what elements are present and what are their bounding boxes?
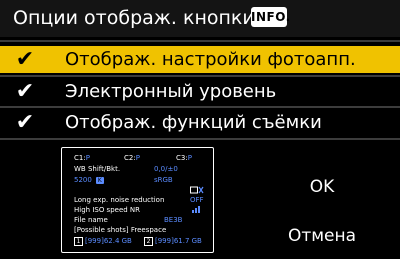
color-space: sRGB — [154, 176, 173, 184]
card2-freespace: 2 [999]61.7 GB — [144, 236, 202, 246]
option-shooting-functions[interactable]: ✔ Отображ. функций съёмки — [0, 109, 400, 136]
option-label: Отображ. настройки фотоапп. — [65, 49, 356, 70]
custom-mode-c3: C3:P — [176, 154, 192, 162]
file-name-label: File name — [74, 216, 108, 224]
option-label: Электронный уровень — [65, 81, 277, 102]
option-electronic-level[interactable]: ✔ Электронный уровень — [0, 78, 400, 105]
long-exp-nr-label: Long exp. noise reduction — [74, 196, 165, 204]
divider — [0, 40, 400, 42]
memory-card-icon: 1 — [74, 236, 83, 246]
checkmark-icon: ✔ — [15, 110, 35, 135]
divider — [0, 106, 400, 108]
option-camera-settings[interactable]: ✔ Отображ. настройки фотоапп. — [0, 46, 400, 73]
white-balance-kelvin: 5200 K — [74, 176, 104, 184]
title-bar: Опции отображ. кнопки INFO. — [0, 0, 400, 37]
file-name-value: BE3B — [164, 216, 183, 224]
custom-mode-c1: C1:P — [74, 154, 90, 162]
checkmark-icon: ✔ — [15, 47, 35, 72]
card1-freespace: 1 [999]62.4 GB — [74, 236, 132, 246]
freespace-label: [Possible shots] Freespace — [74, 226, 167, 234]
high-iso-nr-label: High ISO speed NR — [74, 206, 141, 214]
custom-mode-c2: C2:P — [124, 154, 140, 162]
long-exp-nr-value: OFF — [190, 196, 204, 204]
cancel-button[interactable]: Отмена — [261, 221, 383, 252]
option-label: Отображ. функций съёмки — [65, 112, 322, 133]
wb-shift-label: WB Shift/Bkt. — [74, 165, 121, 173]
page-title: Опции отображ. кнопки — [13, 7, 255, 29]
checkmark-icon: ✔ — [15, 79, 35, 104]
signal-bars-icon — [192, 205, 202, 216]
wb-shift-value: 0,0/±0 — [154, 165, 178, 173]
kelvin-icon: K — [95, 177, 104, 184]
camera-settings-preview: C1:P C2:P C3:P WB Shift/Bkt. 0,0/±0 5200… — [61, 147, 214, 253]
divider — [0, 138, 400, 140]
info-button-icon: INFO. — [251, 7, 290, 27]
memory-card-icon: 2 — [144, 236, 153, 246]
divider — [0, 75, 400, 77]
ok-button[interactable]: OK — [261, 172, 383, 203]
